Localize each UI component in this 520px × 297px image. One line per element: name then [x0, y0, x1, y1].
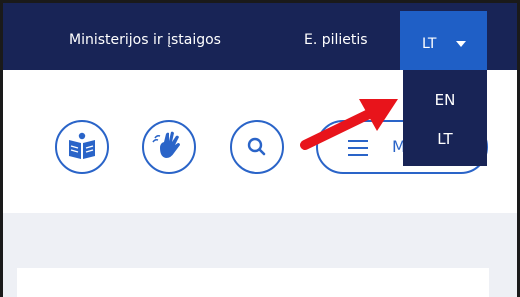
red-arrow-annotation: [300, 99, 398, 150]
page-frame: Ministerijos ir įstaigos E. pilietis LT: [0, 0, 520, 297]
